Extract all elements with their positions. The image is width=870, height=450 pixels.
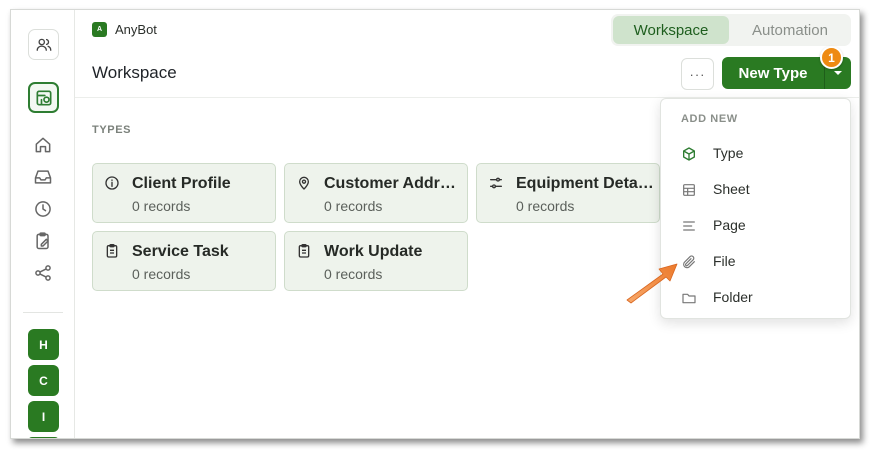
card-subtitle: 0 records: [132, 198, 191, 214]
workspace-avatar-i[interactable]: I: [28, 401, 59, 432]
people-button[interactable]: [28, 29, 59, 60]
top-bar: A AnyBot Workspace Automation: [75, 10, 859, 48]
sidebar: H C I: [11, 10, 75, 438]
dropdown-title: ADD NEW: [681, 113, 738, 125]
folder-icon: [682, 293, 696, 304]
workspace-avatar-partial[interactable]: [28, 437, 59, 438]
clipboard-icon: [298, 244, 310, 258]
tab-workspace[interactable]: Workspace: [613, 16, 729, 44]
share-icon: [35, 265, 51, 281]
card-title: Client Profile: [132, 175, 231, 192]
types-section-label: TYPES: [92, 124, 132, 136]
tab-automation[interactable]: Automation: [733, 16, 847, 44]
page-header: Workspace ··· New Type 1: [75, 46, 859, 98]
tasks-nav[interactable]: [31, 229, 55, 253]
clipboard-edit-icon: [36, 232, 49, 250]
home-nav[interactable]: [31, 133, 55, 157]
new-type-button[interactable]: New Type: [722, 57, 824, 89]
location-pin-icon: [299, 176, 309, 190]
more-options-button[interactable]: ···: [681, 58, 714, 90]
type-card-service-task[interactable]: Service Task 0 records: [92, 231, 276, 291]
info-icon: [105, 176, 119, 190]
menu-item-label: Type: [713, 145, 744, 161]
card-subtitle: 0 records: [132, 266, 191, 282]
type-card-customer-address[interactable]: Customer Address 0 records: [284, 163, 468, 223]
menu-item-type[interactable]: Type: [661, 137, 850, 171]
add-new-dropdown: ADD NEW Type Sheet Page File Folder: [660, 98, 851, 319]
database-nav-button[interactable]: [28, 82, 59, 113]
history-nav[interactable]: [31, 197, 55, 221]
menu-item-label: File: [713, 253, 736, 269]
page-title: Workspace: [92, 63, 177, 82]
type-card-equipment-details[interactable]: Equipment Details 0 records: [476, 163, 660, 223]
menu-item-sheet[interactable]: Sheet: [661, 173, 850, 207]
inbox-nav[interactable]: [31, 165, 55, 189]
type-card-work-update[interactable]: Work Update 0 records: [284, 231, 468, 291]
menu-item-file[interactable]: File: [661, 245, 850, 279]
table-icon: [683, 184, 695, 196]
menu-item-label: Sheet: [713, 181, 750, 197]
database-icon: [36, 90, 51, 105]
menu-item-page[interactable]: Page: [661, 209, 850, 243]
app-window: H C I A AnyBot Workspace Automation Work…: [10, 9, 860, 439]
view-switcher: Workspace Automation: [611, 14, 851, 46]
card-subtitle: 0 records: [324, 198, 383, 214]
people-icon: [36, 38, 51, 51]
pointer-arrow-icon: [626, 263, 678, 304]
type-card-client-profile[interactable]: Client Profile 0 records: [92, 163, 276, 223]
workspace-avatar-h[interactable]: H: [28, 329, 59, 360]
share-nav[interactable]: [31, 261, 55, 285]
card-subtitle: 0 records: [516, 198, 575, 214]
text-lines-icon: [683, 221, 695, 231]
clock-icon: [35, 201, 51, 217]
app-logo: A: [92, 22, 107, 37]
menu-item-folder[interactable]: Folder: [661, 281, 850, 315]
step-badge: 1: [820, 46, 843, 69]
card-title: Work Update: [324, 243, 423, 260]
home-icon: [35, 137, 51, 153]
sidebar-divider: [23, 312, 63, 313]
workspace-avatar-c[interactable]: C: [28, 365, 59, 396]
menu-item-label: Folder: [713, 289, 753, 305]
inbox-icon: [34, 170, 52, 184]
sliders-icon: [490, 177, 502, 189]
clipboard-icon: [106, 244, 118, 258]
caret-down-icon: [834, 71, 842, 75]
card-title: Customer Address: [324, 175, 462, 192]
card-title: Equipment Details: [516, 175, 654, 192]
cube-icon: [683, 147, 695, 161]
card-subtitle: 0 records: [324, 266, 383, 282]
menu-item-label: Page: [713, 217, 746, 233]
card-title: Service Task: [132, 243, 229, 260]
paperclip-icon: [683, 255, 695, 269]
app-name: AnyBot: [115, 22, 157, 37]
